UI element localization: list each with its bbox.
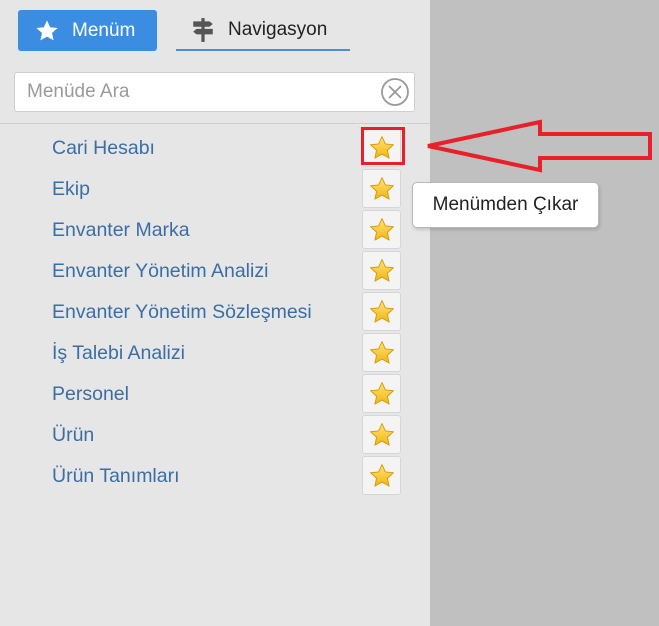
favorite-star-icon <box>369 258 394 282</box>
menu-item-label[interactable]: Envanter Marka <box>52 219 190 242</box>
favorite-star-icon <box>369 299 394 323</box>
favorite-star-icon <box>369 340 394 364</box>
list-item: Ürün Tanımları <box>0 456 430 497</box>
menu-list: Cari Hesabı Ekip Envanter Marka Envanter Yö… <box>0 128 430 497</box>
search-input[interactable] <box>15 73 375 111</box>
menu-item-label[interactable]: Personel <box>52 383 129 406</box>
favorite-button[interactable] <box>362 333 401 372</box>
favorite-button[interactable] <box>362 251 401 290</box>
tab-navigasyon[interactable]: Navigasyon <box>176 10 350 51</box>
tooltip: Menümden Çıkar <box>412 182 599 228</box>
menu-item-label[interactable]: Ekip <box>52 178 90 201</box>
menu-item-label[interactable]: Ürün <box>52 424 94 447</box>
menu-item-label[interactable]: Ürün Tanımları <box>52 465 180 488</box>
list-item: Personel <box>0 374 430 415</box>
menu-item-label[interactable]: Envanter Yönetim Analizi <box>52 260 268 283</box>
tab-menum-label: Menüm <box>72 19 136 41</box>
tooltip-text: Menümden Çıkar <box>432 194 579 215</box>
star-icon <box>36 19 58 40</box>
search-box <box>14 72 415 112</box>
list-item: Ürün <box>0 415 430 456</box>
pointer-arrow <box>427 119 652 173</box>
favorite-star-icon <box>369 463 394 487</box>
list-item: Ekip <box>0 169 430 210</box>
favorite-star-icon <box>369 176 394 200</box>
list-item: Envanter Marka <box>0 210 430 251</box>
menu-item-label[interactable]: İş Talebi Analizi <box>52 342 185 365</box>
divider <box>0 123 430 124</box>
tab-navigasyon-label: Navigasyon <box>228 18 328 40</box>
menu-item-label[interactable]: Cari Hesabı <box>52 137 155 160</box>
list-item: Envanter Yönetim Analizi <box>0 251 430 292</box>
favorite-button[interactable] <box>362 128 401 167</box>
list-item: İş Talebi Analizi <box>0 333 430 374</box>
favorite-star-icon <box>369 381 394 405</box>
clear-icon[interactable] <box>380 77 410 107</box>
favorite-star-icon <box>369 422 394 446</box>
favorite-button[interactable] <box>362 210 401 249</box>
menu-item-label[interactable]: Envanter Yönetim Sözleşmesi <box>52 301 312 324</box>
list-item: Cari Hesabı <box>0 128 430 169</box>
tab-menum[interactable]: Menüm <box>18 10 157 51</box>
favorite-button[interactable] <box>362 292 401 331</box>
signpost-icon <box>193 17 213 42</box>
favorite-button[interactable] <box>362 415 401 454</box>
favorite-button[interactable] <box>362 169 401 208</box>
list-item: Envanter Yönetim Sözleşmesi <box>0 292 430 333</box>
favorite-button[interactable] <box>362 374 401 413</box>
menu-panel: Menüm Navigasyon Cari Hesabı Ekip Envanter… <box>0 0 430 626</box>
favorite-button[interactable] <box>362 456 401 495</box>
favorite-star-icon <box>369 217 394 241</box>
favorite-star-icon <box>369 135 394 159</box>
